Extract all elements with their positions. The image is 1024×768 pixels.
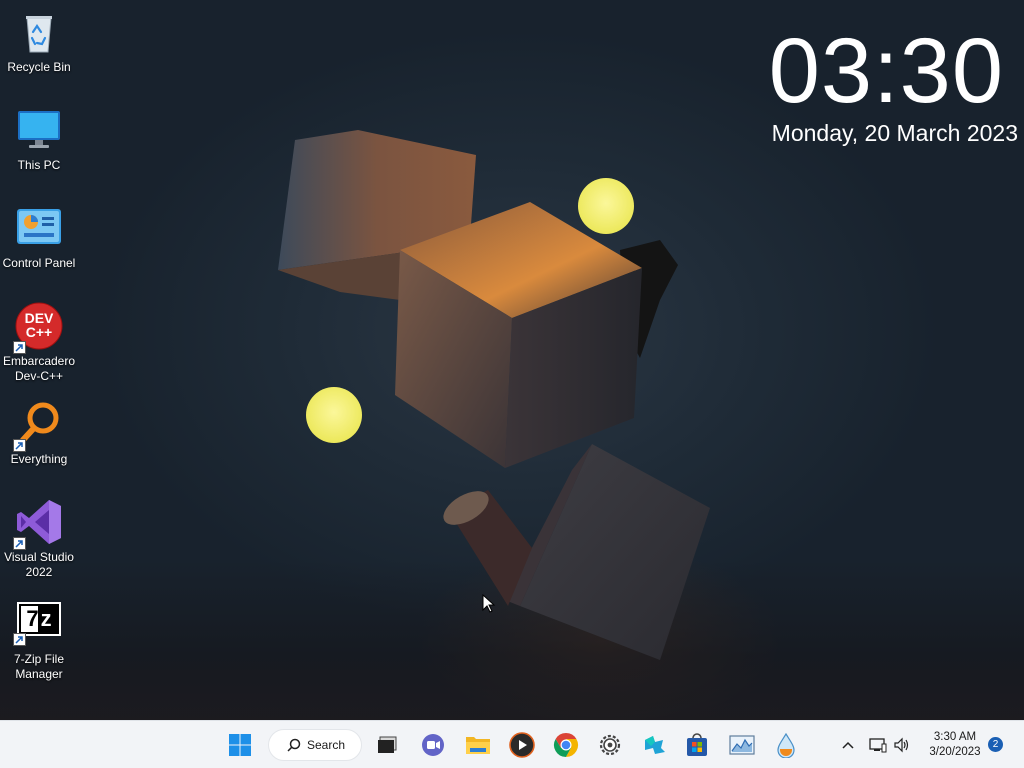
chrome-button[interactable] (548, 727, 584, 763)
tray-clock[interactable]: 3:30 AM 3/20/2023 (920, 730, 990, 760)
chart-icon (729, 735, 755, 755)
chevron-up-icon (842, 741, 854, 749)
desktop-icon-control-panel[interactable]: Control Panel (2, 204, 76, 271)
teams-button[interactable] (415, 727, 451, 763)
desktop-icon-everything[interactable]: Everything (2, 400, 76, 467)
search-label: Search (307, 738, 346, 752)
desktop-icon-label: Recycle Bin (7, 60, 71, 74)
sphere-lower (306, 387, 362, 443)
shortcut-arrow-icon (13, 439, 26, 452)
desktop-icon-devcpp[interactable]: DEV C++ Embarcadero Dev-C++ (2, 302, 76, 384)
tray-time: 3:30 AM (933, 731, 977, 743)
shortcut-arrow-icon (13, 633, 26, 646)
devcpp-icon-text: DEV C++ (24, 310, 54, 340)
drop-app-button[interactable] (768, 727, 804, 763)
cube-lower (505, 444, 710, 660)
network-icon (869, 738, 887, 753)
devcpp-icon: DEV C++ (13, 302, 63, 354)
recycle-bin-icon (15, 8, 63, 56)
shortcut-arrow-icon (13, 537, 26, 550)
start-button[interactable] (222, 727, 258, 763)
folder-icon (466, 737, 490, 754)
store-icon (687, 733, 707, 756)
taskbar: Search 3:30 AM 3/20/2023 2 (0, 720, 1024, 768)
desktop-icon-label: This PC (17, 158, 61, 172)
windows-logo-icon (229, 734, 251, 756)
task-view-button[interactable] (369, 727, 405, 763)
video-call-icon (422, 734, 444, 756)
resource-monitor-button[interactable] (724, 727, 760, 763)
clock-date: Monday, 20 March 2023 (771, 120, 1018, 146)
show-hidden-icons-button[interactable] (832, 727, 864, 763)
desktop[interactable]: Recycle Bin This PC Control Panel DEV C+… (0, 0, 1024, 720)
7zip-icon-text: 7z (26, 606, 54, 631)
desktop-icon-label: Everything (10, 452, 68, 466)
drop-icon (777, 732, 795, 758)
network-status-button[interactable] (866, 727, 890, 763)
desktop-icon-label: 7-Zip File Manager (13, 652, 64, 681)
desktop-icon-this-pc[interactable]: This PC (2, 106, 76, 173)
desktop-icon-label: Control Panel (2, 256, 76, 270)
monitor-icon (15, 106, 63, 154)
control-panel-icon (15, 204, 63, 252)
tray-date: 3/20/2023 (929, 746, 981, 758)
sphere-upper (578, 178, 634, 234)
desktop-icon-label: Visual Studio 2022 (4, 550, 74, 579)
file-explorer-button[interactable] (460, 727, 496, 763)
speaker-icon (894, 737, 909, 753)
play-icon (509, 732, 535, 758)
gear-icon (599, 734, 621, 756)
media-player-button[interactable] (504, 727, 540, 763)
shortcut-arrow-icon (13, 341, 26, 354)
power-automate-button[interactable] (636, 727, 672, 763)
notification-badge[interactable]: 2 (988, 737, 1003, 752)
7zip-icon: 7z (13, 600, 63, 646)
search-box[interactable]: Search (268, 729, 362, 761)
volume-button[interactable] (890, 727, 914, 763)
mouse-cursor-icon (482, 594, 496, 613)
desktop-icon-label: Embarcadero Dev-C++ (2, 354, 76, 383)
desktop-icon-recycle-bin[interactable]: Recycle Bin (2, 8, 76, 75)
clock-widget: 03:30 Monday, 20 March 2023 (768, 20, 1018, 146)
puzzle-icon (645, 736, 665, 754)
desktop-icon-visual-studio[interactable]: Visual Studio 2022 (2, 498, 76, 580)
clock-time: 03:30 (768, 20, 1004, 122)
desktop-icon-7zip[interactable]: 7z 7-Zip File Manager (2, 600, 76, 682)
chrome-icon (553, 733, 579, 757)
search-icon (287, 738, 301, 752)
magnifier-icon (13, 400, 63, 452)
settings-app-button[interactable] (592, 727, 628, 763)
store-button[interactable] (679, 727, 715, 763)
task-view-icon (378, 736, 397, 753)
cube-main (395, 202, 642, 468)
visual-studio-icon (13, 498, 63, 550)
